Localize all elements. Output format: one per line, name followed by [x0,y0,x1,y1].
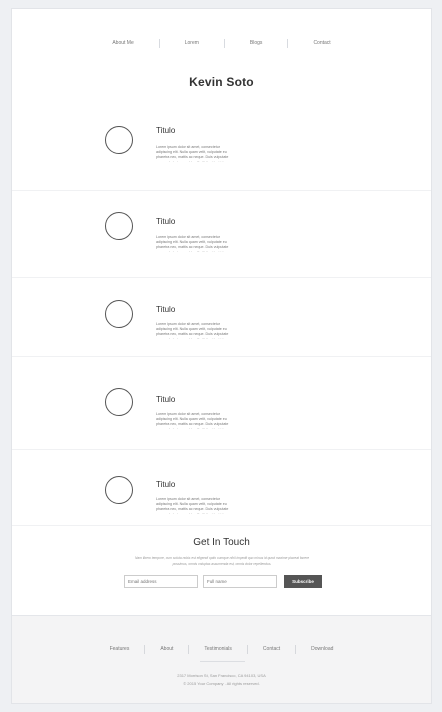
entry-divider [12,190,431,191]
entry-1-title[interactable]: Titulo [156,126,175,135]
footer-copyright: © 2015 Your Company . All rights reserve… [183,681,260,686]
entry-divider [12,356,431,357]
entry-4-title[interactable]: Titulo [156,395,175,404]
get-in-touch-title: Get In Touch [193,537,250,548]
nav-link-blogs[interactable]: Blogs [223,39,288,48]
full-name-field[interactable] [203,575,277,588]
footer-link-download[interactable]: Download [295,645,348,654]
entry-3-title[interactable]: Titulo [156,305,175,314]
footer-nav: Features About Testimonials Contact Down… [12,645,431,654]
entry-1-text: Lorem ipsum dolor sit amet, consectetur … [156,145,229,162]
subscribe-button[interactable]: Subscribe [284,575,322,588]
get-in-touch-text: Nam libero tempore, cum soluta nobis est… [134,556,310,566]
subscribe-form: Subscribe [12,575,431,589]
entry-2-text: Lorem ipsum dolor sit amet, consectetur … [156,235,229,252]
footer-link-about[interactable]: About [144,645,188,654]
footer-address: 2317 Morrison St, San Francisco, CA 9410… [177,673,266,678]
entry-divider [12,277,431,278]
nav-link-about-me[interactable]: About Me [87,39,158,48]
email-field[interactable] [124,575,198,588]
footer-divider [200,661,245,662]
entry-1-avatar [105,126,133,154]
entry-5-title[interactable]: Titulo [156,480,175,489]
entry-divider [12,525,431,526]
nav-link-contact[interactable]: Contact [287,39,355,48]
footer-link-features[interactable]: Features [95,645,145,654]
page-title: Kevin Soto [189,75,254,89]
entry-divider [12,449,431,450]
entry-2-title[interactable]: Titulo [156,217,175,226]
entry-3-avatar [105,300,133,328]
footer: Features About Testimonials Contact Down… [12,615,431,703]
footer-link-testimonials[interactable]: Testimonials [188,645,247,654]
entry-5-text: Lorem ipsum dolor sit amet, consectetur … [156,497,229,514]
nav-link-lorem[interactable]: Lorem [158,39,224,48]
entry-4-text: Lorem ipsum dolor sit amet, consectetur … [156,412,229,429]
footer-link-contact[interactable]: Contact [246,645,295,654]
top-nav: About Me Lorem Blogs Contact [12,39,431,48]
entry-5-avatar [105,476,133,504]
page: About Me Lorem Blogs Contact Kevin Soto … [11,8,432,704]
entry-2-avatar [105,212,133,240]
entry-3-text: Lorem ipsum dolor sit amet, consectetur … [156,322,229,339]
entry-4-avatar [105,388,133,416]
